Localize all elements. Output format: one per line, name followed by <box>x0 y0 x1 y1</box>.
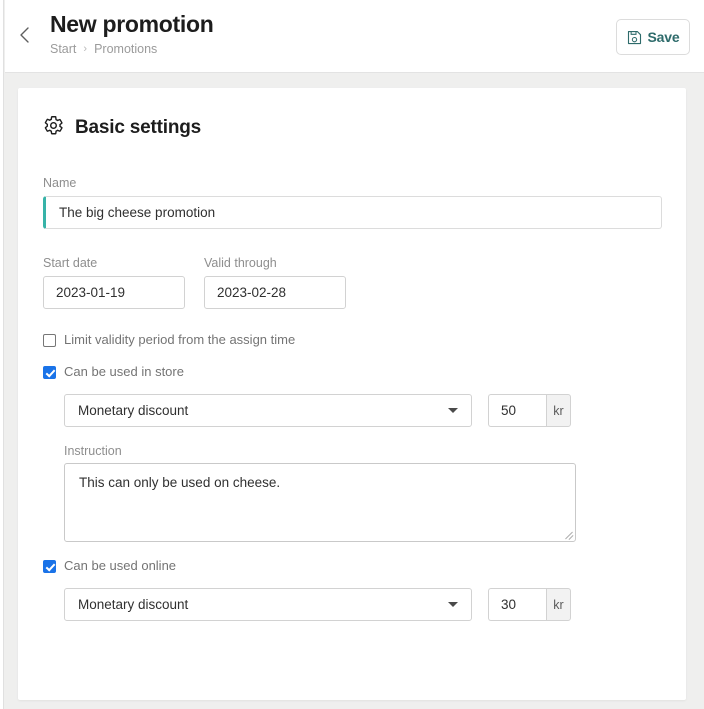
online-row[interactable]: Can be used online <box>43 558 686 574</box>
instruction-label: Instruction <box>64 444 686 458</box>
online-label[interactable]: Can be used online <box>64 558 176 574</box>
online-currency-suffix: kr <box>546 588 571 621</box>
online-discount-type-select[interactable]: Monetary discount <box>64 588 472 621</box>
breadcrumb: Start › Promotions <box>50 41 213 57</box>
save-button-label: Save <box>648 29 680 45</box>
chevron-left-icon <box>18 26 31 44</box>
limit-validity-label[interactable]: Limit validity period from the assign ti… <box>64 332 295 348</box>
in-store-row[interactable]: Can be used in store <box>43 364 686 380</box>
chevron-down-icon <box>448 602 458 607</box>
limit-validity-row[interactable]: Limit validity period from the assign ti… <box>43 332 686 348</box>
valid-through-input[interactable]: 2023-02-28 <box>204 276 346 309</box>
back-button[interactable] <box>10 21 38 49</box>
in-store-amount-group: 50 kr <box>488 394 571 427</box>
instruction-textarea[interactable]: This can only be used on cheese. <box>64 463 576 542</box>
in-store-amount-input[interactable]: 50 <box>488 394 546 427</box>
title-block: New promotion Start › Promotions <box>50 9 213 57</box>
left-nav-rail <box>0 0 4 709</box>
save-floppy-icon <box>627 30 642 45</box>
dates-row: Start date 2023-01-19 Valid through 2023… <box>43 255 686 309</box>
valid-through-field: Valid through 2023-02-28 <box>204 255 346 309</box>
start-date-input[interactable]: 2023-01-19 <box>43 276 185 309</box>
promotion-form: Name The big cheese promotion Start date… <box>43 141 686 621</box>
section-title: Basic settings <box>75 117 201 139</box>
start-date-label: Start date <box>43 255 185 271</box>
limit-validity-checkbox[interactable] <box>43 334 56 347</box>
online-discount-type-value: Monetary discount <box>78 597 188 612</box>
in-store-discount-type-select[interactable]: Monetary discount <box>64 394 472 427</box>
section-header: Basic settings <box>43 115 686 141</box>
instruction-block: Instruction This can only be used on che… <box>64 444 686 542</box>
in-store-discount-type-value: Monetary discount <box>78 403 188 418</box>
name-label: Name <box>43 175 686 191</box>
in-store-label[interactable]: Can be used in store <box>64 364 184 380</box>
valid-through-label: Valid through <box>204 255 346 271</box>
breadcrumb-item-start[interactable]: Start <box>50 41 76 57</box>
gear-icon <box>43 115 64 141</box>
promotion-editor-page: New promotion Start › Promotions Save <box>0 0 704 709</box>
name-input[interactable]: The big cheese promotion <box>43 196 662 229</box>
in-store-checkbox[interactable] <box>43 366 56 379</box>
in-store-currency-suffix: kr <box>546 394 571 427</box>
online-discount-row: Monetary discount 30 kr <box>64 588 686 621</box>
instruction-textarea-value: This can only be used on cheese. <box>79 475 280 490</box>
save-button[interactable]: Save <box>616 19 690 55</box>
online-amount-input[interactable]: 30 <box>488 588 546 621</box>
chevron-down-icon <box>448 408 458 413</box>
basic-settings-card: Basic settings Name The big cheese promo… <box>18 88 686 700</box>
breadcrumb-separator-icon: › <box>83 41 87 57</box>
in-store-discount-row: Monetary discount 50 kr <box>64 394 686 427</box>
start-date-field: Start date 2023-01-19 <box>43 255 185 309</box>
page-header: New promotion Start › Promotions Save <box>5 0 704 73</box>
online-checkbox[interactable] <box>43 560 56 573</box>
page-title: New promotion <box>50 9 213 39</box>
online-amount-group: 30 kr <box>488 588 571 621</box>
resize-handle-icon[interactable] <box>562 528 574 540</box>
breadcrumb-item-promotions[interactable]: Promotions <box>94 41 157 57</box>
